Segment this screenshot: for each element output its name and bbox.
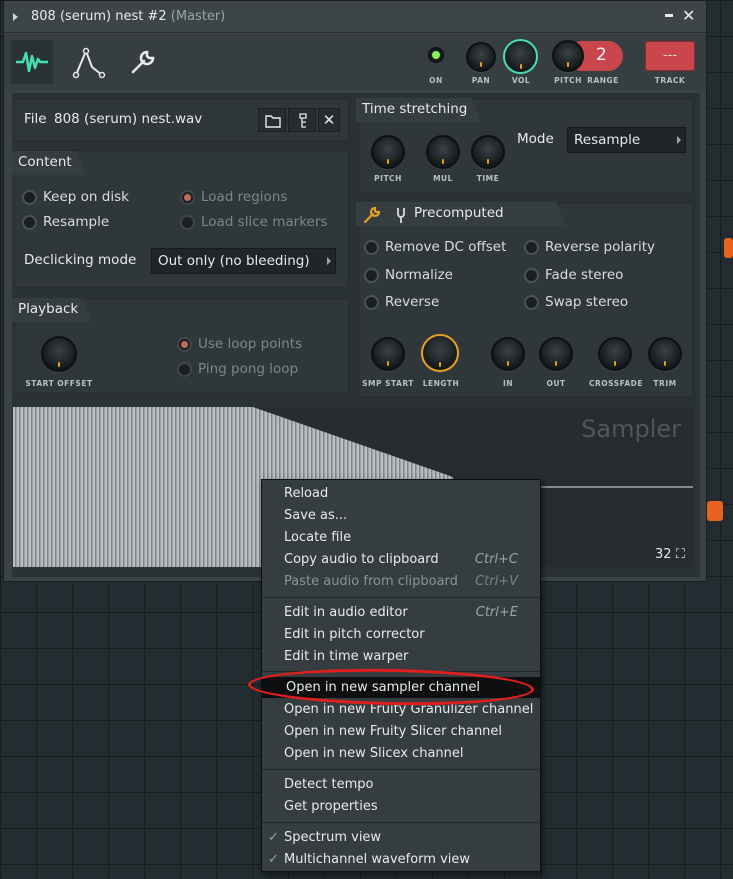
volume-knob[interactable] — [503, 39, 538, 74]
ts-mul-label: MUL — [433, 174, 453, 183]
menu-item-open-slicer[interactable]: Open in new Fruity Slicer channel — [262, 721, 540, 742]
pan-label: PAN — [471, 76, 491, 85]
resample-radio[interactable]: Resample — [22, 214, 109, 230]
track-label: TRACK — [654, 76, 686, 85]
clip-marker — [724, 238, 733, 258]
check-icon: ✓ — [268, 830, 279, 845]
smp-start-label: SMP START — [362, 379, 414, 388]
misc-functions-tab[interactable] — [122, 40, 164, 84]
file-name: 808 (serum) nest.wav — [54, 111, 203, 127]
menu-item-multichannel-view[interactable]: ✓ Multichannel waveform view — [262, 849, 540, 870]
menu-item-locate-file[interactable]: Locate file — [262, 527, 540, 548]
channel-on-led[interactable] — [428, 47, 444, 63]
out-knob[interactable] — [539, 337, 573, 371]
fade-stereo-checkbox[interactable]: Fade stereo — [524, 267, 623, 283]
tree-icon — [299, 113, 307, 128]
folder-icon — [265, 115, 281, 128]
sampler-watermark: Sampler — [581, 415, 681, 443]
menu-item-paste-audio[interactable]: Paste audio from clipboard Ctrl+V — [262, 571, 540, 592]
normalize-checkbox[interactable]: Normalize — [364, 267, 453, 283]
menu-separator — [262, 769, 540, 770]
channel-toolbar: ON PAN VOL 2 PITCH RANGE --- TRACK — [4, 34, 706, 90]
clip-marker — [707, 501, 723, 521]
ts-time-knob[interactable] — [471, 135, 505, 169]
wrench-icon[interactable] — [362, 205, 382, 225]
length-label: LENGTH — [422, 379, 460, 388]
mode-label: Mode — [517, 131, 554, 147]
file-label: File — [24, 111, 47, 127]
menu-item-edit-pitch-corrector[interactable]: Edit in pitch corrector — [262, 624, 540, 645]
crossfade-label: CROSSFADE — [588, 379, 644, 388]
menu-item-copy-audio[interactable]: Copy audio to clipboard Ctrl+C — [262, 549, 540, 570]
reverse-checkbox[interactable]: Reverse — [364, 294, 439, 310]
close-icon: ✕ — [322, 111, 336, 129]
tuning-fork-icon[interactable] — [394, 205, 408, 225]
time-stretching-tab: Time stretching — [356, 98, 481, 122]
menu-separator — [262, 822, 540, 823]
length-knob[interactable] — [421, 334, 459, 372]
collapse-arrow-icon[interactable] — [13, 13, 18, 21]
playback-tab: Playback — [12, 298, 92, 322]
pitch-knob[interactable] — [552, 40, 584, 72]
precomputed-effects-tab: Precomputed effects — [356, 202, 566, 226]
menu-item-spectrum-view[interactable]: ✓ Spectrum view — [262, 827, 540, 848]
track-selector[interactable]: --- — [645, 41, 695, 71]
on-label: ON — [429, 76, 443, 85]
close-button[interactable]: ✕ — [682, 8, 695, 24]
waveform-icon — [16, 51, 48, 73]
ts-time-label: TIME — [476, 174, 500, 183]
load-regions-checkbox[interactable]: Load regions — [180, 189, 287, 205]
envelope-tab[interactable] — [68, 40, 110, 84]
remove-dc-offset-checkbox[interactable]: Remove DC offset — [364, 239, 506, 255]
menu-item-open-slicex[interactable]: Open in new Slicex channel — [262, 743, 540, 764]
declicking-label: Declicking mode — [24, 252, 137, 268]
clear-file-button[interactable]: ✕ — [318, 108, 340, 132]
out-label: OUT — [546, 379, 566, 388]
zoom-value[interactable]: 32 ⛶ — [655, 547, 685, 562]
use-loop-points-checkbox[interactable]: Use loop points — [177, 336, 302, 352]
range-label: RANGE — [587, 76, 619, 85]
menu-item-edit-time-warper[interactable]: Edit in time warper — [262, 646, 540, 667]
envelope-icon — [72, 47, 106, 79]
title-bar[interactable]: 808 (serum) nest #2 (Master) ✕ — [4, 1, 706, 33]
browse-file-button[interactable] — [258, 108, 286, 132]
load-slice-markers-checkbox[interactable]: Load slice markers — [180, 214, 327, 230]
start-offset-label: START OFFSET — [25, 379, 93, 388]
pan-knob[interactable] — [466, 42, 496, 72]
start-offset-knob[interactable] — [41, 336, 77, 372]
vol-label: VOL — [511, 76, 531, 85]
menu-item-reload[interactable]: Reload — [262, 483, 540, 504]
zoom-icon: ⛶ — [675, 547, 685, 562]
menu-item-save-as[interactable]: Save as... — [262, 505, 540, 526]
menu-item-edit-audio-editor[interactable]: Edit in audio editor Ctrl+E — [262, 602, 540, 623]
ts-mul-knob[interactable] — [426, 135, 460, 169]
in-label: IN — [502, 379, 514, 388]
swap-stereo-checkbox[interactable]: Swap stereo — [524, 294, 628, 310]
file-tree-button[interactable] — [288, 108, 316, 132]
wrench-icon — [131, 50, 155, 74]
reverse-polarity-checkbox[interactable]: Reverse polarity — [524, 239, 655, 255]
ts-pitch-knob[interactable] — [371, 135, 405, 169]
minimize-button[interactable] — [665, 14, 673, 17]
check-icon: ✓ — [268, 852, 279, 867]
range-value: 2 — [596, 45, 607, 65]
declicking-mode-select[interactable]: Out only (no bleeding) — [151, 248, 336, 274]
content-tab: Content — [12, 151, 86, 175]
menu-item-get-properties[interactable]: Get properties — [262, 796, 540, 817]
ping-pong-loop-checkbox[interactable]: Ping pong loop — [177, 361, 298, 377]
crossfade-knob[interactable] — [598, 337, 632, 371]
mode-select[interactable]: Resample — [567, 127, 686, 153]
menu-separator — [262, 597, 540, 598]
sample-settings-tab[interactable] — [11, 40, 53, 84]
trim-knob[interactable] — [648, 337, 682, 371]
window-title: 808 (serum) nest #2 (Master) — [31, 9, 226, 24]
trim-label: TRIM — [653, 379, 677, 388]
ts-pitch-label: PITCH — [374, 174, 402, 183]
menu-item-detect-tempo[interactable]: Detect tempo — [262, 774, 540, 795]
smp-start-knob[interactable] — [371, 337, 405, 371]
in-knob[interactable] — [491, 337, 525, 371]
keep-on-disk-radio[interactable]: Keep on disk — [22, 189, 129, 205]
pitch-label: PITCH — [554, 76, 582, 85]
